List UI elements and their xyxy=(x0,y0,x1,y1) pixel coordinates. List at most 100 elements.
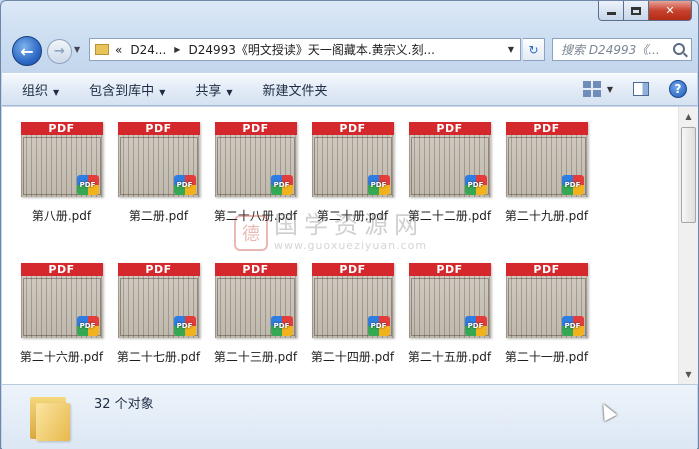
explorer-window: ✕ ← → ▼ « D24... ▶ D24993《明文授读》天一阁藏本.黄宗义… xyxy=(0,0,699,449)
file-name: 第八册.pdf xyxy=(31,209,92,223)
scroll-up-arrow-icon[interactable]: ▲ xyxy=(681,109,696,124)
caption-buttons: ✕ xyxy=(598,1,692,21)
pdf-thumbnail: PDF PDF xyxy=(117,263,200,338)
minimize-icon xyxy=(606,12,616,15)
file-item[interactable]: PDF PDF 第二十四册.pdf xyxy=(304,263,401,365)
pdf-band: PDF xyxy=(214,122,297,135)
breadcrumb-parent[interactable]: D24... xyxy=(130,43,166,57)
pdf-thumbnail: PDF PDF xyxy=(214,263,297,338)
pdf-band: PDF xyxy=(20,122,103,135)
file-name: 第二十一册.pdf xyxy=(504,350,589,364)
file-name: 第二十五册.pdf xyxy=(407,350,492,364)
change-view-icon[interactable] xyxy=(582,81,601,97)
folder-icon xyxy=(30,393,74,443)
file-name: 第二十二册.pdf xyxy=(407,209,492,223)
pdf-band: PDF xyxy=(408,263,491,276)
pdf-app-icon: PDF xyxy=(367,316,390,336)
pdf-app-icon: PDF xyxy=(464,316,487,336)
pdf-thumbnail: PDF PDF xyxy=(505,122,588,197)
pdf-band: PDF xyxy=(505,122,588,135)
include-in-library-label: 包含到库中 xyxy=(89,84,155,99)
organize-menu[interactable]: 组织 ▼ xyxy=(22,80,59,99)
pdf-app-icon: PDF xyxy=(270,316,293,336)
pdf-app-icon: PDF xyxy=(173,175,196,195)
file-item[interactable]: PDF PDF 第二十册.pdf xyxy=(304,122,401,224)
refresh-button[interactable]: ↻ xyxy=(523,38,545,61)
pdf-thumbnail: PDF PDF xyxy=(20,122,103,197)
pdf-band: PDF xyxy=(505,263,588,276)
pdf-band: PDF xyxy=(117,263,200,276)
maximize-icon xyxy=(631,6,641,15)
details-pane: 32 个对象 xyxy=(2,384,697,449)
breadcrumb-overflow[interactable]: « xyxy=(115,43,122,57)
pdf-thumbnail: PDF PDF xyxy=(20,263,103,338)
back-button[interactable]: ← xyxy=(12,36,42,66)
file-name: 第二十七册.pdf xyxy=(116,350,201,364)
file-item[interactable]: PDF PDF 第二十七册.pdf xyxy=(110,263,207,365)
file-item[interactable]: PDF PDF 第二十一册.pdf xyxy=(498,263,595,365)
toolbar-right: ▼ ? xyxy=(582,80,687,98)
file-name: 第二十三册.pdf xyxy=(213,350,298,364)
pdf-app-icon: PDF xyxy=(173,316,196,336)
file-name: 第二十四册.pdf xyxy=(310,350,395,364)
pdf-thumbnail: PDF PDF xyxy=(117,122,200,197)
file-item[interactable]: PDF PDF 第二册.pdf xyxy=(110,122,207,224)
navigation-bar: ← → ▼ « D24... ▶ D24993《明文授读》天一阁藏本.黄宗义.刻… xyxy=(9,35,692,67)
mouse-cursor-icon xyxy=(597,400,617,422)
maximize-button[interactable] xyxy=(624,1,649,21)
scroll-down-arrow-icon[interactable]: ▼ xyxy=(681,367,696,382)
pdf-thumbnail: PDF PDF xyxy=(311,263,394,338)
file-item[interactable]: PDF PDF 第二十三册.pdf xyxy=(207,263,304,365)
pdf-thumbnail: PDF PDF xyxy=(408,263,491,338)
file-name: 第二十八册.pdf xyxy=(213,209,298,223)
pdf-app-icon: PDF xyxy=(367,175,390,195)
pdf-band: PDF xyxy=(408,122,491,135)
chevron-down-icon: ▼ xyxy=(53,88,60,97)
pdf-app-icon: PDF xyxy=(270,175,293,195)
pdf-thumbnail: PDF PDF xyxy=(214,122,297,197)
help-icon[interactable]: ? xyxy=(669,80,687,98)
breadcrumb-current[interactable]: D24993《明文授读》天一阁藏本.黄宗义.刻... xyxy=(188,41,435,58)
address-bar[interactable]: « D24... ▶ D24993《明文授读》天一阁藏本.黄宗义.刻... ▼ xyxy=(89,38,521,61)
pdf-app-icon: PDF xyxy=(76,316,99,336)
folder-icon xyxy=(95,44,109,55)
pdf-band: PDF xyxy=(117,122,200,135)
organize-label: 组织 xyxy=(22,84,49,99)
address-dropdown-icon[interactable]: ▼ xyxy=(502,45,520,54)
chevron-down-icon: ▼ xyxy=(226,88,233,97)
file-item[interactable]: PDF PDF 第二十六册.pdf xyxy=(13,263,110,365)
file-list: PDF PDF 第八册.pdf PDF PDF 第二册.pdf PDF PDF 第二十八册.pd… xyxy=(2,107,678,384)
pdf-app-icon: PDF xyxy=(76,175,99,195)
preview-pane-icon[interactable] xyxy=(633,82,649,96)
new-folder-button[interactable]: 新建文件夹 xyxy=(263,80,328,99)
file-item[interactable]: PDF PDF 第二十九册.pdf xyxy=(498,122,595,224)
view-options-dropdown-icon[interactable]: ▼ xyxy=(607,85,613,94)
file-item[interactable]: PDF PDF 第八册.pdf xyxy=(13,122,110,224)
vertical-scrollbar[interactable]: ▲ ▼ xyxy=(678,107,698,384)
search-icon[interactable] xyxy=(673,43,685,55)
search-placeholder: 搜索 D24993《... xyxy=(561,43,660,57)
breadcrumb-separator-icon[interactable]: ▶ xyxy=(174,45,180,54)
file-name: 第二十九册.pdf xyxy=(504,209,589,223)
pdf-band: PDF xyxy=(311,263,394,276)
pdf-app-icon: PDF xyxy=(561,316,584,336)
pdf-thumbnail: PDF PDF xyxy=(408,122,491,197)
pdf-app-icon: PDF xyxy=(464,175,487,195)
forward-button[interactable]: → xyxy=(47,39,72,64)
file-name: 第二十册.pdf xyxy=(316,209,389,223)
close-button[interactable]: ✕ xyxy=(649,1,692,21)
file-name: 第二册.pdf xyxy=(128,209,189,223)
scrollbar-thumb[interactable] xyxy=(681,127,696,223)
pdf-band: PDF xyxy=(20,263,103,276)
file-item[interactable]: PDF PDF 第二十二册.pdf xyxy=(401,122,498,224)
pdf-thumbnail: PDF PDF xyxy=(505,263,588,338)
file-item[interactable]: PDF PDF 第二十五册.pdf xyxy=(401,263,498,365)
search-input[interactable]: 搜索 D24993《... xyxy=(552,38,692,61)
file-item[interactable]: PDF PDF 第二十八册.pdf xyxy=(207,122,304,224)
share-menu[interactable]: 共享 ▼ xyxy=(195,80,232,99)
pdf-band: PDF xyxy=(311,122,394,135)
include-in-library-menu[interactable]: 包含到库中 ▼ xyxy=(89,80,165,99)
recent-pages-dropdown-icon[interactable]: ▼ xyxy=(74,45,80,54)
minimize-button[interactable] xyxy=(598,1,624,21)
pdf-thumbnail: PDF PDF xyxy=(311,122,394,197)
